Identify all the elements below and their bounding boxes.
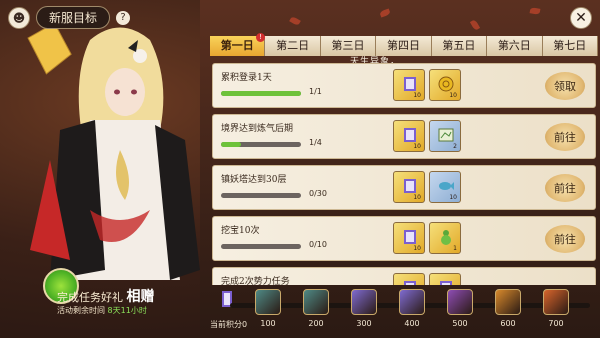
task-name: 挖宝10次 [221,226,260,236]
task-name: 境界达到炼气后期 [221,124,294,134]
day-tabs: 第一日 第二日 第三日 第四日 第五日 第六日 第七日 [210,36,598,56]
reward-count: 10 [413,143,421,150]
reward-item[interactable]: 10 [429,69,461,101]
tab-day-6[interactable]: 第六日 [487,36,543,56]
coin-icon [438,76,454,92]
milestone-chest-icon[interactable] [399,289,425,315]
tab-day-2[interactable]: 第二日 [265,36,321,56]
milestone-value: 400 [404,319,420,328]
milestone-chest-icon[interactable] [447,289,473,315]
task-row: 镇妖塔达到30层 0/30 10 10 前往 [212,165,596,210]
character-head-icon[interactable]: ☻ [8,6,30,29]
scroll-icon [404,179,416,193]
close-button[interactable]: ✕ [570,7,592,29]
reward-item[interactable]: 10 [393,120,425,152]
reward-item[interactable]: 2 [429,120,461,152]
reward-item[interactable]: 1 [429,222,461,254]
header: ☻ 新服目标 ? [8,6,131,29]
reward-item[interactable]: 10 [393,222,425,254]
question-icon[interactable]: ? [116,10,131,25]
milestone-bar: 当前积分0 100 200 300 400 500 600 700 [210,285,600,338]
task-name: 完成2次势力任务 [221,277,290,285]
tab-day-4[interactable]: 第四日 [376,36,432,56]
milestone-value: 500 [452,319,468,328]
reward-item[interactable] [429,273,461,285]
progress-fill [221,142,241,147]
milestone-value: 300 [356,319,372,328]
event-banner: 完成任务好礼 相赠 活动剩余时间 8天11小时 [43,268,205,330]
goto-button[interactable]: 前往 [545,225,585,253]
milestone-value: 700 [548,319,564,328]
milestone-value: 600 [500,319,516,328]
reward-count: 10 [413,245,421,252]
reward-count: 10 [413,92,421,99]
banner-title: 完成任务好礼 相赠 [57,286,155,306]
character-illustration [27,22,200,280]
task-name: 镇妖塔达到30层 [221,175,287,185]
scroll-icon [404,77,416,91]
scroll-icon [404,230,416,244]
reward-count: 10 [449,194,457,201]
progress-text: 0/30 [309,189,327,198]
progress-bar [221,193,301,198]
map-icon [438,128,454,142]
reward-count: 2 [453,143,457,150]
event-remaining-time: 活动剩余时间 8天11小时 [57,305,147,316]
reward-count: 1 [453,245,457,252]
reward-count: 10 [413,194,421,201]
progress-text: 1/4 [309,138,322,147]
milestone-value: 100 [260,319,276,328]
milestone-chest-icon[interactable] [495,289,521,315]
banner-title-prefix: 完成任务好礼 [57,291,123,304]
task-row: 累积登录1天 1/1 10 10 领取 [212,63,596,108]
notification-badge: ! [256,33,265,42]
task-name: 累积登录1天 [221,73,272,83]
progress-text: 0/10 [309,240,327,249]
milestone-chest-icon[interactable] [255,289,281,315]
task-row: 完成2次势力任务 [212,267,596,285]
reward-item[interactable]: 10 [429,171,461,203]
progress-text: 1/1 [309,87,322,96]
page-title: 新服目标 [36,6,111,29]
scroll-icon [404,128,416,142]
remaining-time-value: 8天11小时 [107,306,147,315]
milestone-chest-icon[interactable] [351,289,377,315]
task-list: 累积登录1天 1/1 10 10 领取 境界达到炼气后期 1/4 10 2 前往… [212,63,596,285]
reward-count: 10 [449,92,457,99]
tab-day-5[interactable]: 第五日 [431,36,488,56]
progress-bar [221,244,301,249]
progress-bar [221,91,301,96]
tab-day-7[interactable]: 第七日 [542,36,598,56]
progress-fill [221,91,301,96]
reward-item[interactable]: 10 [393,69,425,101]
fish-icon [439,182,454,190]
current-score: 当前积分0 [210,320,248,329]
milestone-chest-icon[interactable] [543,289,569,315]
goto-button[interactable]: 前往 [545,174,585,202]
close-icon: ✕ [575,10,587,26]
reward-item[interactable] [393,273,425,285]
claim-button[interactable]: 领取 [545,72,585,100]
task-row: 挖宝10次 0/10 10 1 前往 [212,216,596,261]
tab-day-3[interactable]: 第三日 [320,36,377,56]
gourd-icon [441,230,451,245]
milestone-value: 200 [308,319,324,328]
goto-button[interactable]: 前往 [545,123,585,151]
banner-title-strong: 相赠 [126,289,155,305]
remaining-time-label: 活动剩余时间 [57,306,108,315]
progress-bar [221,142,301,147]
reward-item[interactable]: 10 [393,171,425,203]
task-row: 境界达到炼气后期 1/4 10 2 前往 [212,114,596,159]
milestone-chest-icon[interactable] [303,289,329,315]
